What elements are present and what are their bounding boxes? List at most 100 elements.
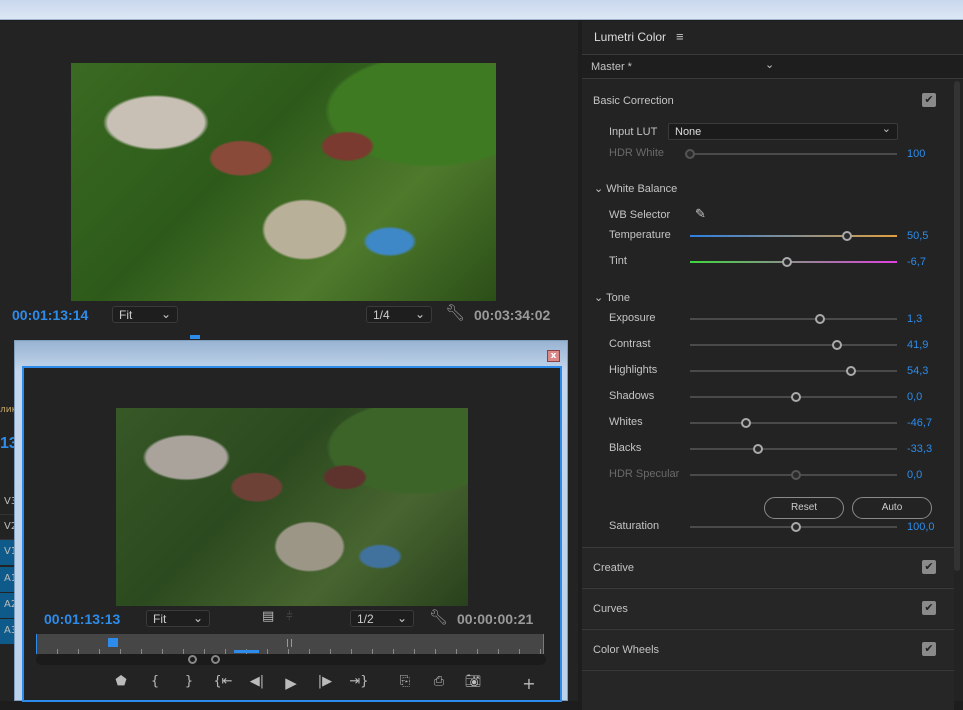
section-title: Color Wheels — [593, 644, 660, 656]
blacks-value[interactable]: -33,3 — [907, 443, 932, 455]
blacks-slider-handle[interactable] — [753, 444, 764, 454]
whites-slider-handle[interactable] — [740, 418, 751, 428]
track-a3[interactable]: A3 — [0, 619, 17, 644]
source-playhead[interactable] — [107, 638, 118, 647]
track-v1[interactable]: V1 — [0, 540, 17, 565]
hdr-white-slider-handle[interactable] — [685, 149, 695, 159]
blacks-slider[interactable] — [690, 444, 897, 454]
contrast-slider[interactable] — [690, 340, 897, 350]
whites-slider[interactable] — [690, 418, 897, 428]
highlights-slider-handle[interactable] — [846, 366, 857, 376]
program-zoom-select[interactable]: Fit ⌄ — [112, 306, 178, 323]
auto-button[interactable]: Auto — [852, 497, 932, 519]
track-v2[interactable]: V2 — [0, 515, 17, 540]
saturation-value[interactable]: 100,0 — [907, 521, 935, 533]
section-title: Curves — [593, 603, 628, 615]
program-timecode[interactable]: 00:01:13:14 — [12, 307, 88, 323]
play-icon[interactable]: ▶ — [280, 674, 302, 693]
tint-value[interactable]: -6,7 — [907, 256, 926, 268]
shadows-slider-handle[interactable] — [790, 392, 801, 402]
step-forward-icon[interactable]: |▶ — [314, 674, 336, 693]
shadows-label: Shadows — [609, 390, 655, 402]
export-frame-icon[interactable]: 📷︎ — [462, 674, 484, 693]
exposure-slider-handle[interactable] — [815, 314, 826, 324]
saturation-slider-handle[interactable] — [790, 522, 801, 532]
track-v3[interactable]: V3 — [0, 490, 17, 515]
drag-audio-icon[interactable]: ⫩ — [286, 609, 293, 624]
contrast-slider-handle[interactable] — [831, 340, 842, 350]
basic-correction-checkbox[interactable]: ✔ — [922, 93, 936, 107]
program-resolution-select[interactable]: 1/4 ⌄ — [366, 306, 432, 323]
step-back-icon[interactable]: ◀| — [246, 674, 268, 693]
shadows-slider[interactable] — [690, 392, 897, 402]
source-zoom-select[interactable]: Fit ⌄ — [146, 610, 210, 627]
panel-menu-icon[interactable]: ≡ — [676, 29, 684, 44]
mark-in-icon[interactable]: { — [144, 674, 166, 693]
white-balance-toggle[interactable]: ⌄ White Balance — [594, 182, 677, 195]
section-creative[interactable]: Creative ✔ — [582, 547, 954, 587]
reset-button[interactable]: Reset — [764, 497, 844, 519]
source-timecode[interactable]: 00:01:13:13 — [44, 611, 120, 627]
work-area-handle[interactable] — [287, 639, 292, 647]
hdr-white-value[interactable]: 100 — [907, 148, 925, 160]
section-checkbox[interactable]: ✔ — [922, 601, 936, 615]
section-checkbox[interactable]: ✔ — [922, 560, 936, 574]
drag-video-icon[interactable]: ▤ — [262, 609, 274, 624]
wrench-icon[interactable]: 🔧︎ — [429, 608, 448, 626]
section-next[interactable] — [582, 670, 954, 710]
temperature-slider[interactable] — [690, 231, 897, 241]
scrollbar[interactable] — [954, 81, 960, 571]
clip-select[interactable]: Master * ⌄ — [582, 54, 963, 79]
contrast-value[interactable]: 41,9 — [907, 339, 928, 351]
exposure-slider[interactable] — [690, 314, 897, 324]
whites-value[interactable]: -46,7 — [907, 417, 932, 429]
exposure-value[interactable]: 1,3 — [907, 313, 922, 325]
resolution-value: 1/2 — [357, 612, 374, 626]
wrench-icon[interactable]: 🔧︎ — [445, 303, 465, 322]
eyedropper-icon[interactable]: ✎ — [695, 206, 706, 222]
shadows-value[interactable]: 0,0 — [907, 391, 922, 403]
highlights-label: Highlights — [609, 364, 658, 376]
wb-selector-label: WB Selector — [609, 209, 671, 221]
contrast-label: Contrast — [609, 338, 651, 350]
insert-icon[interactable]: ⎘ — [394, 674, 416, 693]
tint-slider[interactable] — [690, 257, 897, 267]
go-to-out-icon[interactable]: ⇥} — [348, 674, 370, 693]
close-button[interactable]: x — [547, 350, 560, 362]
source-monitor-window: x 00:01:13:13 Fit ⌄ ▤ ⫩ 1/2 ⌄ 🔧︎ 00:00:00:… — [14, 340, 568, 702]
hdr-white-slider[interactable] — [685, 149, 897, 159]
whites-label: Whites — [609, 416, 643, 428]
track-a1[interactable]: A1 — [0, 567, 17, 592]
highlights-value[interactable]: 54,3 — [907, 365, 928, 377]
program-duration: 00:03:34:02 — [474, 307, 551, 323]
overwrite-icon[interactable]: ⎙ — [428, 674, 450, 693]
scroll-handle-left[interactable] — [188, 655, 197, 664]
zoom-scrollbar[interactable] — [36, 654, 546, 665]
section-color-wheels[interactable]: Color Wheels ✔ — [582, 629, 954, 669]
track-a2[interactable]: A2 — [0, 593, 17, 618]
panel-title: Lumetri Color — [594, 30, 667, 44]
temperature-slider-handle[interactable] — [842, 231, 853, 241]
scroll-handle-right[interactable] — [211, 655, 220, 664]
add-marker-icon[interactable]: ⬟ — [110, 674, 132, 693]
hdr-specular-slider-handle[interactable] — [790, 470, 801, 480]
chevron-down-icon: ⌄ — [765, 59, 775, 71]
tone-toggle[interactable]: ⌄ Tone — [594, 291, 630, 304]
hdr-specular-slider[interactable] — [690, 470, 897, 480]
basic-correction-title[interactable]: Basic Correction — [593, 95, 674, 107]
section-checkbox[interactable]: ✔ — [922, 642, 936, 656]
mark-out-icon[interactable]: } — [178, 674, 200, 693]
highlights-slider[interactable] — [690, 366, 897, 376]
input-lut-select[interactable]: None ⌄ — [668, 123, 898, 140]
source-time-ruler[interactable] — [36, 634, 544, 654]
add-button-icon[interactable]: + — [518, 674, 540, 693]
tint-slider-handle[interactable] — [782, 257, 793, 267]
source-resolution-select[interactable]: 1/2 ⌄ — [350, 610, 414, 627]
go-to-in-icon[interactable]: {⇤ — [212, 674, 234, 693]
temperature-value[interactable]: 50,5 — [907, 230, 928, 242]
program-playhead[interactable] — [190, 335, 200, 339]
section-curves[interactable]: Curves ✔ — [582, 588, 954, 628]
source-video-frame — [116, 408, 468, 606]
hdr-specular-value[interactable]: 0,0 — [907, 469, 922, 481]
saturation-slider[interactable] — [690, 522, 897, 532]
